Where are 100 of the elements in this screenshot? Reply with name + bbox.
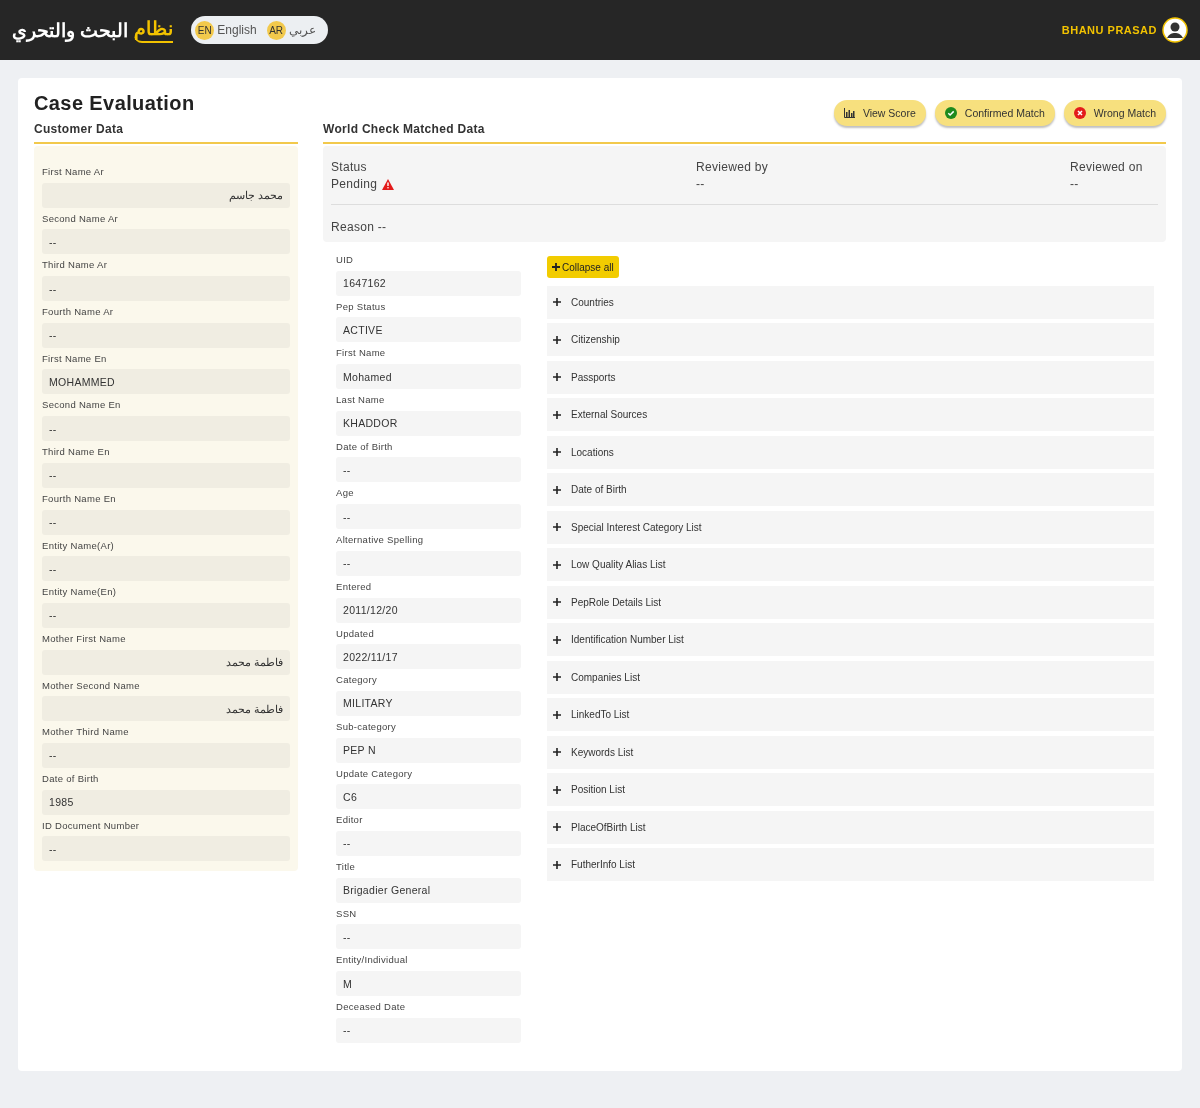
- action-button[interactable]: Wrong Match: [1063, 100, 1166, 126]
- field-value: --: [42, 462, 290, 488]
- field-value: C6: [336, 784, 521, 810]
- accordion-item[interactable]: Countries: [547, 285, 1154, 319]
- field-value: --: [42, 322, 290, 348]
- field-label: Mother First Name: [42, 631, 127, 646]
- action-button[interactable]: Confirmed Match: [934, 100, 1055, 126]
- field-label: Editor: [336, 813, 364, 828]
- section-heading: World Check Matched Data: [323, 122, 1166, 144]
- field-label: Title: [336, 859, 357, 874]
- field-value: MILITARY: [336, 690, 521, 716]
- field-value: M: [336, 971, 521, 996]
- field-value: 2022/11/17: [336, 644, 521, 670]
- accordion-item[interactable]: Companies List: [547, 660, 1154, 694]
- field-label: Age: [336, 486, 355, 501]
- accordion-item[interactable]: PepRole Details List: [547, 585, 1154, 619]
- accordion-item[interactable]: LinkedTo List: [547, 698, 1154, 731]
- page-title: Case Evaluation: [34, 92, 195, 115]
- field-label: Deceased Date: [336, 1000, 407, 1014]
- close-circle-icon: [1073, 107, 1086, 119]
- field-value: --: [336, 550, 521, 576]
- field-label: Category: [336, 673, 378, 688]
- field-label: Date of Birth: [336, 439, 394, 454]
- field-label: SSN: [336, 906, 358, 921]
- field-value: MOHAMMED: [42, 369, 290, 395]
- accordion-item[interactable]: Date of Birth: [547, 473, 1154, 506]
- action-button[interactable]: View Score: [833, 100, 926, 126]
- reviewed-by-label: Reviewed by: [696, 160, 769, 175]
- accordion-item[interactable]: Special Interest Category List: [547, 510, 1154, 544]
- field-label: ID Document Number: [42, 818, 141, 833]
- status-value: Pending: [331, 177, 378, 192]
- field-value: 1647162: [336, 270, 521, 296]
- field-value: محمد جاسم: [42, 182, 290, 208]
- field-value: Brigadier General: [336, 877, 521, 903]
- accordion-item[interactable]: Low Quality Alias List: [547, 548, 1154, 581]
- field-label: Last Name: [336, 393, 386, 408]
- language-option[interactable]: EN English: [195, 20, 257, 40]
- field-label: First Name Ar: [42, 165, 105, 179]
- field-value: --: [336, 924, 521, 950]
- reason-text: Reason --: [331, 219, 388, 234]
- field-value: --: [336, 830, 521, 856]
- accordion-item[interactable]: Keywords List: [547, 735, 1154, 769]
- accordion-item[interactable]: Position List: [547, 773, 1154, 806]
- accordion-item[interactable]: Citizenship: [547, 323, 1154, 356]
- field-value: --: [42, 416, 290, 442]
- user-avatar-icon[interactable]: [1162, 17, 1188, 43]
- field-label: Alternative Spelling: [336, 533, 425, 548]
- field-label: UID: [336, 253, 355, 267]
- field-label: Second Name En: [42, 398, 122, 413]
- check-circle-icon: [944, 107, 957, 119]
- accordion-item[interactable]: Passports: [547, 360, 1154, 394]
- field-value: PEP N: [336, 737, 521, 763]
- reviewed-on-label: Reviewed on: [1070, 160, 1144, 175]
- field-label: Third Name En: [42, 445, 111, 460]
- field-label: Date of Birth: [42, 771, 100, 786]
- field-value: --: [336, 1017, 521, 1043]
- field-value: فاطمة محمد: [42, 649, 290, 675]
- user-name[interactable]: BHANU PRASAD: [1061, 24, 1157, 36]
- field-value: ACTIVE: [336, 317, 521, 343]
- field-value: 2011/12/20: [336, 597, 521, 623]
- bar-chart-icon: [843, 108, 855, 118]
- field-value: فاطمة محمد: [42, 696, 290, 722]
- field-value: --: [336, 504, 521, 530]
- field-value: --: [336, 457, 521, 483]
- field-value: 1985: [42, 789, 290, 815]
- field-value: KHADDOR: [336, 410, 521, 436]
- field-label: First Name En: [42, 351, 108, 366]
- field-label: Entity/Individual: [336, 953, 409, 968]
- field-value: --: [42, 509, 290, 535]
- field-label: Pep Status: [336, 299, 387, 314]
- field-label: Mother Third Name: [42, 725, 130, 740]
- plus-icon: [552, 263, 560, 271]
- field-label: Entity Name(En): [42, 585, 118, 600]
- field-value: Mohamed: [336, 364, 521, 390]
- field-value: --: [42, 602, 290, 628]
- field-label: First Name: [336, 346, 387, 361]
- field-value: --: [42, 836, 290, 862]
- accordion-item[interactable]: FutherInfo List: [547, 848, 1154, 881]
- field-label: Fourth Name En: [42, 491, 117, 506]
- field-label: Updated: [336, 626, 376, 641]
- field-label: Fourth Name Ar: [42, 305, 115, 320]
- field-label: Third Name Ar: [42, 258, 109, 273]
- accordion-item[interactable]: PlaceOfBirth List: [547, 810, 1154, 844]
- accordion-item[interactable]: External Sources: [547, 398, 1154, 431]
- field-value: --: [42, 556, 290, 582]
- accordion-item[interactable]: Identification Number List: [547, 623, 1154, 656]
- field-value: --: [42, 742, 290, 768]
- app-logo: نظام البحث والتحري: [12, 17, 174, 43]
- reviewed-on-value: --: [1070, 177, 1080, 192]
- field-label: Sub-category: [336, 719, 398, 734]
- field-label: Second Name Ar: [42, 211, 120, 226]
- field-value: --: [42, 229, 290, 255]
- field-label: Update Category: [336, 766, 414, 781]
- section-heading: Customer Data: [34, 122, 298, 144]
- field-value: --: [42, 276, 290, 302]
- status-label: Status: [331, 160, 368, 175]
- field-label: Mother Second Name: [42, 678, 141, 693]
- field-label: Entered: [336, 579, 373, 594]
- accordion-item[interactable]: Locations: [547, 435, 1154, 469]
- collapse-all-button[interactable]: Collapse all: [547, 256, 619, 278]
